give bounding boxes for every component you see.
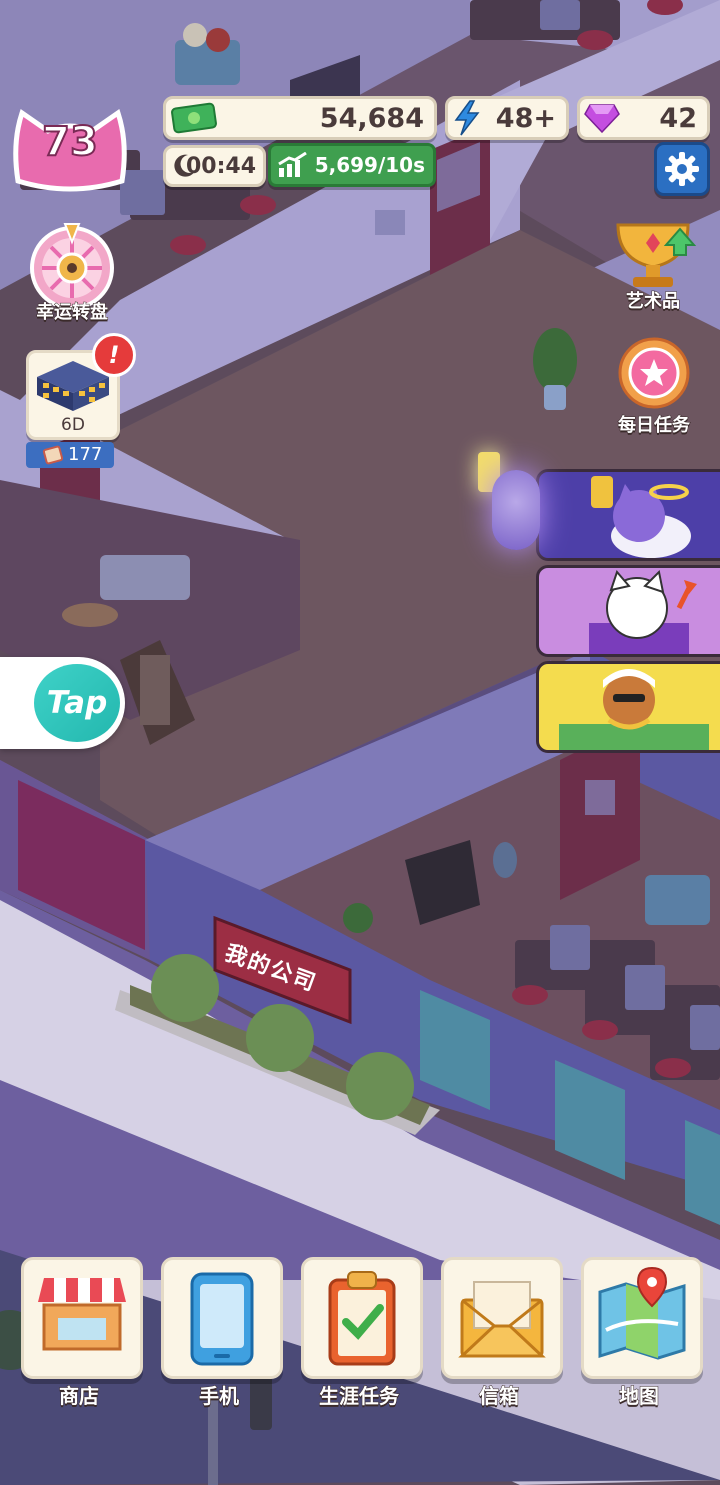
daily-tasks-button[interactable]: 每日任务 xyxy=(606,335,702,437)
boss-cat-promo[interactable] xyxy=(536,565,720,657)
lucky-wheel-button[interactable]: 幸运转盘 xyxy=(22,220,122,325)
mailbox-label: 信箱 xyxy=(479,1384,520,1409)
phone-icon xyxy=(190,1272,254,1366)
shop-button[interactable] xyxy=(21,1257,143,1379)
lucky-wheel-label: 幸运转盘 xyxy=(36,302,109,324)
shop-icon xyxy=(38,1278,126,1351)
ticket-icon xyxy=(42,445,64,465)
mail-icon xyxy=(458,1281,546,1358)
angel-cat-icon xyxy=(591,476,691,558)
level-number: 73 xyxy=(41,118,99,166)
income-rate-counter: 5,699/10s xyxy=(268,143,436,187)
money-value: 54,684 xyxy=(319,102,424,134)
alert-badge: ! xyxy=(92,333,136,377)
career-tasks-button[interactable] xyxy=(301,1257,423,1379)
white-cat-icon xyxy=(589,569,697,654)
phone-label: 手机 xyxy=(199,1384,240,1409)
gem-counter[interactable]: 42 xyxy=(577,96,710,140)
night-timer: 00:44 xyxy=(163,145,266,187)
phone-button[interactable] xyxy=(161,1257,283,1379)
career-tasks-label: 生涯任务 xyxy=(319,1384,400,1409)
trophy-icon xyxy=(616,223,697,287)
ticket-count: 177 xyxy=(68,444,103,465)
cash-icon xyxy=(171,102,217,134)
clipboard-check-icon xyxy=(328,1271,396,1366)
gear-icon xyxy=(665,152,699,186)
angel-cat-character xyxy=(492,470,540,550)
rich-cat-promo[interactable] xyxy=(536,661,720,753)
ticket-counter: 177 xyxy=(26,442,114,468)
level-badge[interactable]: 73 xyxy=(8,93,132,193)
wheel-icon xyxy=(30,223,114,310)
map-label: 地图 xyxy=(619,1384,660,1409)
mailbox-button[interactable] xyxy=(441,1257,563,1379)
daily-tasks-label: 每日任务 xyxy=(618,415,691,437)
medal-icon xyxy=(618,337,690,409)
art-items-button[interactable]: 艺术品 xyxy=(608,215,698,315)
angel-cat-promo[interactable] xyxy=(536,469,720,561)
gem-value: 42 xyxy=(659,102,697,134)
gem-icon xyxy=(584,104,620,133)
art-items-label: 艺术品 xyxy=(626,291,681,313)
tap-label: Tap xyxy=(34,664,120,742)
settings-button[interactable] xyxy=(654,142,710,196)
map-icon xyxy=(598,1266,686,1360)
growth-chart-icon xyxy=(278,152,307,177)
money-counter[interactable]: 54,684 xyxy=(163,96,437,140)
map-button[interactable] xyxy=(581,1257,703,1379)
rich-cat-icon xyxy=(559,669,709,750)
lightning-icon xyxy=(454,100,480,136)
timer-value: 00:44 xyxy=(185,153,256,179)
building-label: 6D xyxy=(61,415,85,435)
shop-label: 商店 xyxy=(59,1384,100,1409)
energy-counter[interactable]: 48+ xyxy=(445,96,569,140)
income-rate-value: 5,699/10s xyxy=(314,153,425,177)
energy-value: 48+ xyxy=(495,102,556,134)
tap-button[interactable]: Tap xyxy=(0,657,125,749)
